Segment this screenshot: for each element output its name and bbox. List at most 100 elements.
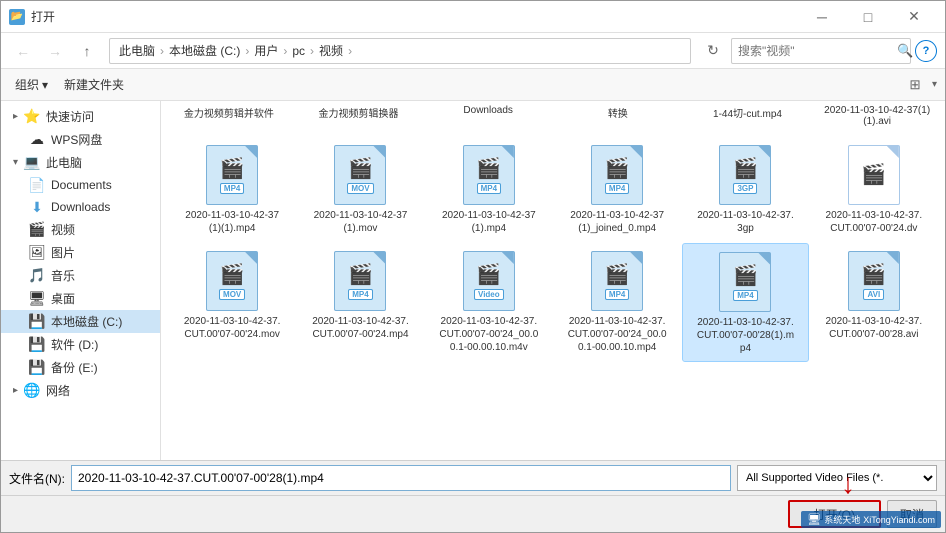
file-name: 2020-11-03-10-42-37(1).mov: [310, 209, 410, 235]
top-label-1: 金力视频剪辑并软件: [165, 103, 293, 129]
file-grid: 🎬MP42020-11-03-10-42-37(1)(1).mp4🎬MOV202…: [165, 133, 941, 366]
file-item[interactable]: 🎬MP4 2020-11-03-10-42-37(1)(1).mp4: [169, 137, 295, 241]
video-icon: 🎬: [220, 156, 245, 181]
file-type-badge: MOV: [219, 289, 245, 300]
file-item[interactable]: 🎬MP42020-11-03-10-42-37(1)_joined_0.mp4: [554, 137, 680, 241]
file-item[interactable]: 🎬MP42020-11-03-10-42-37.CUT.00'07-00'24.…: [297, 243, 423, 362]
organize-button[interactable]: 组织 ▾: [9, 73, 54, 97]
filetype-select[interactable]: All Supported Video Files (*.: [737, 465, 937, 491]
sidebar-label-network: 网络: [46, 382, 70, 399]
view-toggle-button[interactable]: ⊞: [902, 73, 928, 97]
sidebar-item-desktop[interactable]: 🖥 桌面: [1, 287, 160, 310]
file-item[interactable]: 🎬3GP 2020-11-03-10-42-37.3gp: [682, 137, 808, 241]
file-name: 2020-11-03-10-42-37.CUT.00'07-00'24.mp4: [310, 315, 410, 341]
video-icon: 🎬: [220, 262, 245, 287]
quick-access-icon: ⭐: [24, 109, 40, 125]
file-type-badge: MP4: [605, 183, 629, 194]
video-icon: 🎬: [861, 262, 886, 287]
file-page: 🎬MP4: [719, 252, 771, 312]
file-item[interactable]: 🎬Video2020-11-03-10-42-37.CUT.00'07-00'2…: [426, 243, 552, 362]
sidebar-item-pictures[interactable]: 🖼 图片: [1, 241, 160, 264]
window-title: 打开: [31, 8, 55, 25]
file-name: 2020-11-03-10-42-37.3gp: [695, 209, 795, 235]
sidebar-label-downloads: Downloads: [51, 200, 110, 214]
file-icon: 🎬MOV: [328, 143, 392, 207]
addr-computer[interactable]: 此电脑: [116, 41, 158, 60]
sidebar-item-local-disk-c[interactable]: 💾 本地磁盘 (C:): [1, 310, 160, 333]
file-item[interactable]: 🎬MP42020-11-03-10-42-37(1).mp4: [426, 137, 552, 241]
sidebar-label-backup-e: 备份 (E:): [51, 359, 98, 376]
file-item[interactable]: 🎬MP42020-11-03-10-42-37.CUT.00'07-00'28(…: [682, 243, 808, 362]
filename-label: 文件名(N):: [9, 470, 65, 487]
search-input[interactable]: [738, 44, 893, 58]
watermark-brand: 系统天地: [824, 513, 860, 526]
organize-label: 组织: [15, 76, 39, 93]
file-name: 2020-11-03-10-42-37(1)(1).mp4: [182, 209, 282, 235]
sidebar-item-software-d[interactable]: 💾 软件 (D:): [1, 333, 160, 356]
file-item[interactable]: 🎬MOV2020-11-03-10-42-37(1).mov: [297, 137, 423, 241]
file-fold: [887, 252, 899, 264]
file-item[interactable]: 🎬MP42020-11-03-10-42-37.CUT.00'07-00'24_…: [554, 243, 680, 362]
sidebar-item-videos[interactable]: 🎬 视频: [1, 218, 160, 241]
address-parts: 此电脑 › 本地磁盘 (C:) › 用户 › pc › 视频 ›: [116, 41, 684, 60]
video-icon: 🎬: [733, 263, 758, 288]
file-fold: [245, 252, 257, 264]
video-icon: 🎬: [476, 262, 501, 287]
file-fold: [630, 146, 642, 158]
file-icon: 🎬 MOV: [200, 249, 264, 313]
file-page: 🎬MP4: [463, 145, 515, 205]
sidebar-item-quick-access[interactable]: ▸ ⭐ 快速访问: [1, 105, 160, 128]
sidebar-item-documents[interactable]: 📄 Documents: [1, 174, 160, 196]
file-page: 🎬3GP: [719, 145, 771, 205]
video-icon: 🎬: [733, 156, 758, 181]
search-icon: 🔍: [897, 43, 913, 59]
file-icon: 🎬3GP: [713, 143, 777, 207]
search-box[interactable]: 🔍: [731, 38, 911, 64]
organize-arrow-icon: ▾: [42, 78, 48, 92]
help-button[interactable]: ?: [915, 40, 937, 62]
expand-icon: ▸: [13, 111, 18, 122]
sidebar-item-music[interactable]: 🎵 音乐: [1, 264, 160, 287]
watermark-icon: 🖥: [807, 513, 821, 526]
sidebar-item-backup-e[interactable]: 💾 备份 (E:): [1, 356, 160, 379]
sidebar-item-network[interactable]: ▸ 🌐 网络: [1, 379, 160, 402]
addr-drive[interactable]: 本地磁盘 (C:): [166, 41, 243, 60]
file-item[interactable]: 🎬MOV2020-11-03-10-42-37.CUT.00'07-00'24.…: [169, 243, 295, 362]
minimize-button[interactable]: ─: [799, 1, 845, 33]
file-name: 2020-11-03-10-42-37.CUT.00'07-00'28.avi: [824, 315, 924, 341]
title-bar-controls: ─ □ ✕: [799, 1, 937, 33]
addr-videos[interactable]: 视频: [316, 41, 346, 60]
close-button[interactable]: ✕: [891, 1, 937, 33]
refresh-button[interactable]: ↻: [699, 37, 727, 65]
addr-pc[interactable]: pc: [289, 43, 308, 59]
sidebar-item-downloads[interactable]: ⬇ Downloads: [1, 196, 160, 218]
file-page: 🎬Video: [463, 251, 515, 311]
disk-e-icon: 💾: [29, 360, 45, 376]
wps-icon: ☁: [29, 132, 45, 148]
file-area-wrapper: 金力视频剪辑并软件 金力视频剪辑换器 Downloads 转换 1-44切-cu…: [161, 101, 945, 460]
address-bar[interactable]: 此电脑 › 本地磁盘 (C:) › 用户 › pc › 视频 ›: [109, 38, 691, 64]
file-type-badge: MP4: [605, 289, 629, 300]
back-button[interactable]: ←: [9, 37, 37, 65]
new-folder-button[interactable]: 新建文件夹: [58, 73, 130, 97]
up-button[interactable]: ↑: [73, 37, 101, 65]
forward-button[interactable]: →: [41, 37, 69, 65]
top-labels-row: 金力视频剪辑并软件 金力视频剪辑换器 Downloads 转换 1-44切-cu…: [161, 101, 945, 129]
file-item[interactable]: 🎬AVI2020-11-03-10-42-37.CUT.00'07-00'28.…: [811, 243, 937, 362]
file-page: 🎬MP4: [591, 251, 643, 311]
file-icon: 🎬Video: [457, 249, 521, 313]
sidebar-label-desktop: 桌面: [51, 290, 75, 307]
file-fold: [887, 146, 899, 158]
filename-input[interactable]: [71, 465, 731, 491]
main-area: ▸ ⭐ 快速访问 ☁ WPS网盘 ▾ 💻 此电脑 📄 Documents ⬇ D…: [1, 101, 945, 460]
top-label-3: Downloads: [424, 103, 552, 129]
sidebar-item-wps-drive[interactable]: ☁ WPS网盘: [1, 128, 160, 151]
title-bar: 📂 打开 ─ □ ✕: [1, 1, 945, 33]
maximize-button[interactable]: □: [845, 1, 891, 33]
sidebar-item-this-pc[interactable]: ▾ 💻 此电脑: [1, 151, 160, 174]
sidebar-label-music: 音乐: [51, 267, 75, 284]
file-item[interactable]: 🎬2020-11-03-10-42-37.CUT.00'07-00'24.dv: [811, 137, 937, 241]
addr-users[interactable]: 用户: [251, 41, 281, 60]
file-fold: [373, 252, 385, 264]
file-page: 🎬MP4: [206, 145, 258, 205]
